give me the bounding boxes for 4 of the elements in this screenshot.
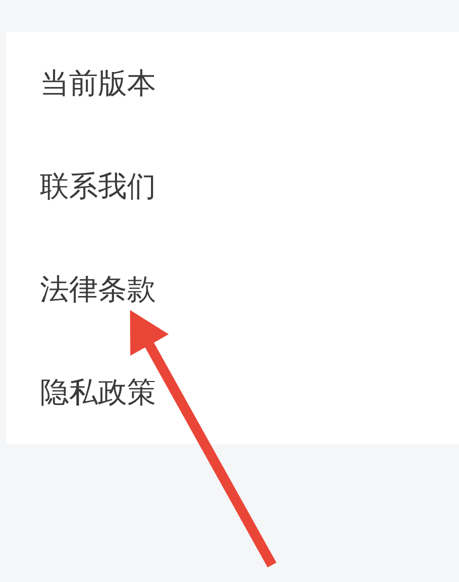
settings-item[interactable]: 当前版本 [40, 64, 156, 104]
settings-item[interactable]: 法律条款 [40, 270, 156, 310]
settings-item[interactable]: 联系我们 [40, 166, 156, 206]
settings-item[interactable]: 隐私政策 [40, 372, 156, 412]
